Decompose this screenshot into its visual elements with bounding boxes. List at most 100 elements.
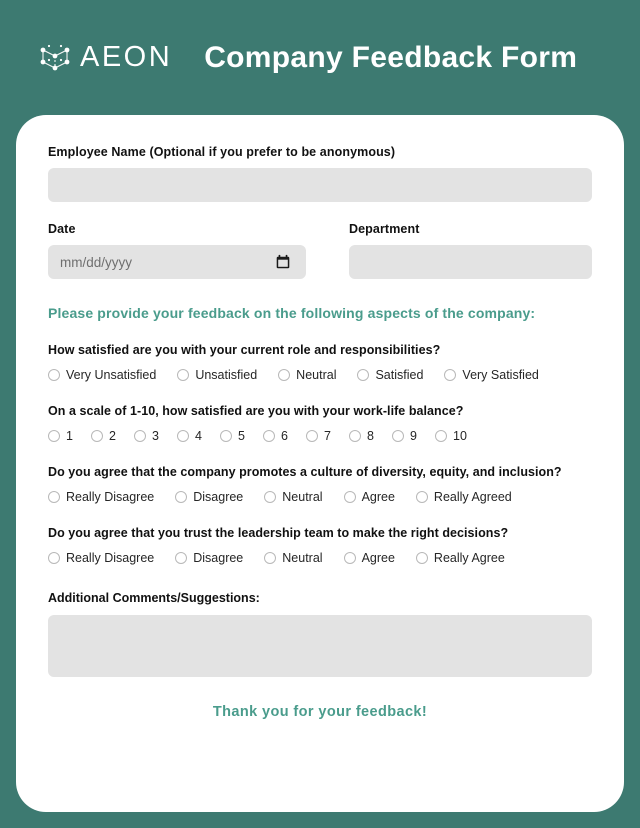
radio-group: 1 2 3 4 5 6 7 8 9 10 bbox=[48, 429, 592, 443]
radio-option-label: 3 bbox=[152, 429, 159, 443]
radio-option[interactable]: 2 bbox=[91, 429, 134, 443]
radio-option-label: 9 bbox=[410, 429, 417, 443]
radio-circle-icon[interactable] bbox=[263, 430, 275, 442]
date-label: Date bbox=[48, 222, 76, 236]
question-text: How satisfied are you with your current … bbox=[48, 343, 441, 357]
question-3: Do you agree that the company promotes a… bbox=[48, 465, 592, 504]
radio-option[interactable]: 6 bbox=[263, 429, 306, 443]
radio-option-label: 8 bbox=[367, 429, 374, 443]
radio-option[interactable]: Disagree bbox=[175, 551, 243, 565]
radio-option[interactable]: Satisfied bbox=[357, 368, 423, 382]
radio-circle-icon[interactable] bbox=[444, 369, 457, 381]
radio-circle-icon[interactable] bbox=[278, 369, 291, 381]
radio-option-label: Really Agreed bbox=[433, 490, 512, 504]
radio-group: Really Disagree Disagree Neutral Agree Reall… bbox=[48, 551, 592, 565]
radio-circle-icon[interactable] bbox=[415, 491, 428, 503]
radio-circle-icon[interactable] bbox=[264, 552, 277, 564]
radio-circle-icon[interactable] bbox=[177, 430, 189, 442]
radio-option-label: 4 bbox=[195, 429, 202, 443]
comments-textarea[interactable] bbox=[48, 615, 592, 677]
radio-circle-icon[interactable] bbox=[392, 430, 404, 442]
radio-group: Really Disagree Disagree Neutral Agree Reall… bbox=[48, 490, 592, 504]
radio-option[interactable]: 9 bbox=[392, 429, 435, 443]
network-nodes-icon bbox=[40, 44, 70, 70]
radio-circle-icon[interactable] bbox=[415, 552, 428, 564]
radio-option-label: Agree bbox=[361, 490, 395, 504]
radio-option[interactable]: 4 bbox=[177, 429, 220, 443]
page-title: Company Feedback Form bbox=[204, 40, 578, 74]
calendar-icon[interactable] bbox=[276, 254, 290, 270]
radio-circle-icon[interactable] bbox=[349, 430, 361, 442]
radio-circle-icon[interactable] bbox=[264, 491, 277, 503]
radio-option[interactable]: Neutral bbox=[264, 490, 323, 504]
radio-option[interactable]: Unsatisfied bbox=[177, 368, 257, 382]
radio-option-label: Really Agree bbox=[433, 551, 505, 565]
radio-circle-icon[interactable] bbox=[306, 430, 318, 442]
radio-option-label: 7 bbox=[324, 429, 331, 443]
radio-option[interactable]: 7 bbox=[306, 429, 349, 443]
radio-option[interactable]: Really Disagree bbox=[48, 490, 154, 504]
radio-option[interactable]: 1 bbox=[48, 429, 91, 443]
radio-option[interactable]: Neutral bbox=[278, 368, 336, 382]
department-label: Department bbox=[349, 222, 420, 236]
brand-name: AEON bbox=[80, 41, 173, 73]
question-text: Do you agree that the company promotes a… bbox=[48, 465, 562, 479]
radio-option[interactable]: 8 bbox=[349, 429, 392, 443]
question-1: How satisfied are you with your current … bbox=[48, 343, 592, 382]
radio-circle-icon[interactable] bbox=[48, 491, 60, 503]
radio-circle-icon[interactable] bbox=[343, 552, 356, 564]
radio-circle-icon[interactable] bbox=[48, 552, 60, 564]
radio-group: Very Unsatisfied Unsatisfied Neutral Satisf… bbox=[48, 368, 592, 382]
radio-option-label: Neutral bbox=[282, 490, 323, 504]
department-field-group: Department bbox=[349, 222, 592, 279]
form-card: Employee Name (Optional if you prefer to… bbox=[16, 115, 624, 812]
radio-option-label: 6 bbox=[281, 429, 288, 443]
radio-circle-icon[interactable] bbox=[343, 491, 356, 503]
radio-option[interactable]: Very Unsatisfied bbox=[48, 368, 156, 382]
radio-circle-icon[interactable] bbox=[435, 430, 447, 442]
radio-option[interactable]: Disagree bbox=[175, 490, 243, 504]
radio-option[interactable]: Really Agreed bbox=[415, 490, 512, 504]
radio-circle-icon[interactable] bbox=[91, 430, 103, 442]
radio-circle-icon[interactable] bbox=[357, 369, 370, 381]
radio-option[interactable]: Really Agree bbox=[415, 551, 505, 565]
question-4: Do you agree that you trust the leadersh… bbox=[48, 526, 592, 565]
date-department-row: Date mm/dd/yyyy Department bbox=[48, 222, 592, 279]
date-input[interactable]: mm/dd/yyyy bbox=[48, 245, 306, 279]
radio-option-label: Really Disagree bbox=[66, 551, 155, 565]
radio-option[interactable]: Really Disagree bbox=[48, 551, 154, 565]
feedback-section-heading: Please provide your feedback on the foll… bbox=[48, 305, 536, 321]
radio-option[interactable]: Agree bbox=[343, 551, 395, 565]
radio-circle-icon[interactable] bbox=[134, 430, 146, 442]
radio-option-label: Unsatisfied bbox=[195, 368, 258, 382]
radio-option[interactable]: Very Satisfied bbox=[444, 368, 539, 382]
radio-option[interactable]: 10 bbox=[435, 429, 478, 443]
radio-option-label: 2 bbox=[109, 429, 116, 443]
questions-list: How satisfied are you with your current … bbox=[48, 343, 592, 565]
radio-option[interactable]: Agree bbox=[343, 490, 395, 504]
date-field-group: Date mm/dd/yyyy bbox=[48, 222, 306, 279]
radio-option-label: Disagree bbox=[193, 490, 244, 504]
question-text: On a scale of 1-10, how satisfied are yo… bbox=[48, 404, 464, 418]
radio-option[interactable]: Neutral bbox=[264, 551, 323, 565]
radio-option-label: Agree bbox=[361, 551, 395, 565]
radio-option[interactable]: 3 bbox=[134, 429, 177, 443]
radio-option-label: Very Satisfied bbox=[462, 368, 539, 382]
radio-circle-icon[interactable] bbox=[175, 491, 188, 503]
radio-option-label: Satisfied bbox=[375, 368, 424, 382]
radio-option-label: Neutral bbox=[282, 551, 323, 565]
thank-you-note: Thank you for your feedback! bbox=[212, 704, 428, 720]
page-header: AEON Company Feedback Form bbox=[0, 0, 640, 115]
radio-circle-icon[interactable] bbox=[177, 369, 190, 381]
radio-option[interactable]: 5 bbox=[220, 429, 263, 443]
date-placeholder: mm/dd/yyyy bbox=[60, 254, 133, 270]
department-input[interactable] bbox=[349, 245, 592, 279]
radio-option-label: Really Disagree bbox=[66, 490, 155, 504]
radio-circle-icon[interactable] bbox=[175, 552, 188, 564]
radio-option-label: 10 bbox=[453, 429, 467, 443]
radio-circle-icon[interactable] bbox=[48, 430, 60, 442]
radio-circle-icon[interactable] bbox=[48, 369, 60, 381]
radio-circle-icon[interactable] bbox=[220, 430, 232, 442]
question-2: On a scale of 1-10, how satisfied are yo… bbox=[48, 404, 592, 443]
employee-name-input[interactable] bbox=[48, 168, 592, 202]
